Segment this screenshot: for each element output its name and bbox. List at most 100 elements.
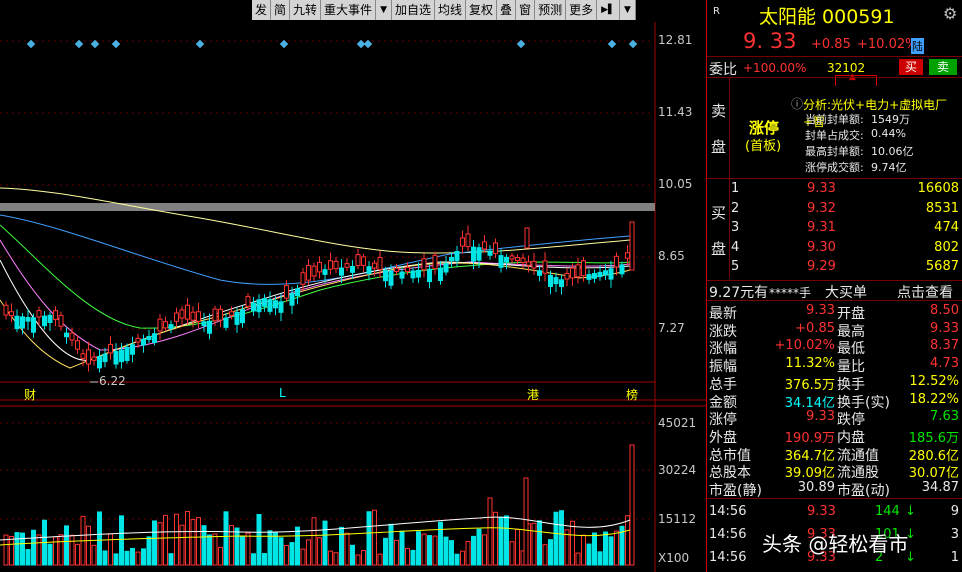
candle-body xyxy=(86,349,91,365)
pin-right-icon[interactable]: ▶▌ xyxy=(597,0,620,20)
candle-body xyxy=(465,233,471,248)
candle-body xyxy=(438,267,443,282)
toolbar-item-overlay[interactable]: 叠 xyxy=(497,0,517,20)
candle-body xyxy=(564,272,570,280)
toolbar-item-fa[interactable]: 发 xyxy=(252,0,272,20)
level-volume: 5687 xyxy=(925,259,959,275)
volume-bar xyxy=(476,528,482,566)
level-price: 9.30 xyxy=(807,239,836,255)
event-marker-bang[interactable]: 榜 xyxy=(626,386,638,403)
kline-chart-area[interactable]: 发 简 九转 重大事件 ▼ 加自选 均线 复权 叠 窗 预测 更多 ▶▌ ▼ 1… xyxy=(0,0,710,572)
level-index: 4 xyxy=(731,239,740,255)
volume-bars xyxy=(3,444,635,566)
candle-body xyxy=(130,344,135,355)
volume-bar xyxy=(322,520,328,566)
toolbar-item-forecast[interactable]: 预测 xyxy=(535,0,567,20)
toolbar-item-adjust[interactable]: 复权 xyxy=(466,0,498,20)
price-axis-label: 7.27 xyxy=(658,321,685,335)
volume-bar xyxy=(443,536,449,566)
candle-body xyxy=(339,267,344,276)
candle-body xyxy=(629,221,635,271)
volume-bar xyxy=(625,515,630,566)
candle-body xyxy=(168,324,174,329)
volume-bar xyxy=(416,531,421,566)
candle-body xyxy=(284,285,289,299)
quote-value: 280.6亿 xyxy=(908,448,959,464)
stat-value: 9.74亿 xyxy=(871,161,907,174)
event-marker-gang[interactable]: 港 xyxy=(527,386,539,403)
candle-body xyxy=(427,268,432,283)
volume-bar xyxy=(234,527,240,566)
buy-level-row[interactable]: 1 9.33 16608 xyxy=(707,181,962,199)
volume-bar xyxy=(196,517,201,566)
toolbar-item-more[interactable]: 更多 xyxy=(566,0,598,20)
quote-panel: R 太阳能 000591 ⚙ 9. 33 +0.85 +10.02% 陆 委比 … xyxy=(706,0,962,572)
toolbar-item-jian[interactable]: 简 xyxy=(271,0,291,20)
volume-bar xyxy=(86,525,91,566)
candle-body xyxy=(97,356,102,369)
kline-chart[interactable] xyxy=(0,0,710,572)
toolbar-item-add-watchlist[interactable]: 加自选 xyxy=(392,0,435,20)
chevron-down-icon[interactable]: ▼ xyxy=(619,0,636,20)
settings-gear-icon[interactable]: ⚙ xyxy=(943,4,957,23)
volume-bar xyxy=(377,553,383,566)
event-marker-cai[interactable]: 财 xyxy=(24,386,36,403)
level-price: 9.29 xyxy=(807,259,836,275)
volume-bar xyxy=(542,544,548,566)
volume-bar xyxy=(504,515,509,566)
sell-button[interactable]: 卖 xyxy=(929,59,957,75)
candle-body xyxy=(141,338,146,346)
buy-level-row[interactable]: 2 9.32 8531 xyxy=(707,201,962,219)
big-order-price: 9.27元有 xyxy=(709,285,769,301)
ma-line-yellow xyxy=(0,187,631,254)
volume-bar xyxy=(130,547,135,566)
volume-bar xyxy=(482,534,487,566)
tick-count: 1 xyxy=(950,550,959,565)
chevron-down-icon[interactable]: ▼ xyxy=(376,0,392,20)
quote-row: 外盘 190.9万 内盘 185.6万 xyxy=(707,427,962,446)
volume-bar xyxy=(47,543,53,566)
volume-bar xyxy=(559,510,564,566)
stock-name-code: 太阳能 000591 xyxy=(759,6,895,28)
volume-bar xyxy=(614,530,619,566)
candle-body xyxy=(58,314,64,327)
volume-bar xyxy=(383,537,388,566)
big-order-view-link[interactable]: 点击查看 xyxy=(897,282,953,302)
level-volume: 8531 xyxy=(925,200,959,216)
candle-body xyxy=(262,298,267,307)
volume-bar xyxy=(629,444,635,566)
candle-body xyxy=(581,260,586,277)
event-marker-l[interactable]: L xyxy=(279,386,286,400)
toolbar-item-ma[interactable]: 均线 xyxy=(435,0,467,20)
candle-body xyxy=(410,270,416,279)
buy-level-row[interactable]: 5 9.29 5687 xyxy=(707,259,962,277)
buy-level-row[interactable]: 3 9.31 474 xyxy=(707,220,962,238)
candle-body xyxy=(575,264,581,278)
candle-body xyxy=(454,251,460,261)
volume-bar xyxy=(449,540,454,566)
candle-body xyxy=(394,267,399,272)
buy-level-row[interactable]: 4 9.30 802 xyxy=(707,240,962,258)
candle-body xyxy=(350,265,355,273)
toolbar-item-major-events[interactable]: 重大事件 xyxy=(321,0,377,20)
toolbar-item-jiuzhuan[interactable]: 九转 xyxy=(290,0,322,20)
volume-bar xyxy=(25,549,31,566)
candle-body xyxy=(553,277,559,285)
quote-value: 30.07亿 xyxy=(908,466,959,482)
candle-body xyxy=(179,309,185,319)
volume-bar xyxy=(245,532,251,566)
event-diamond xyxy=(74,39,84,49)
volume-bar xyxy=(570,520,575,566)
buy-button[interactable]: 买 xyxy=(899,59,923,75)
volume-bar xyxy=(586,543,592,566)
candle-body xyxy=(498,255,504,268)
volume-bar xyxy=(581,534,586,566)
volume-bar xyxy=(350,544,355,566)
candle-body xyxy=(212,308,218,322)
info-circle-icon[interactable]: ⓘ xyxy=(791,95,803,112)
candle-body xyxy=(251,302,256,312)
volume-bar xyxy=(328,550,333,566)
toolbar-item-window[interactable]: 窗 xyxy=(516,0,536,20)
candle-body xyxy=(267,299,273,312)
candle-body xyxy=(223,317,229,328)
